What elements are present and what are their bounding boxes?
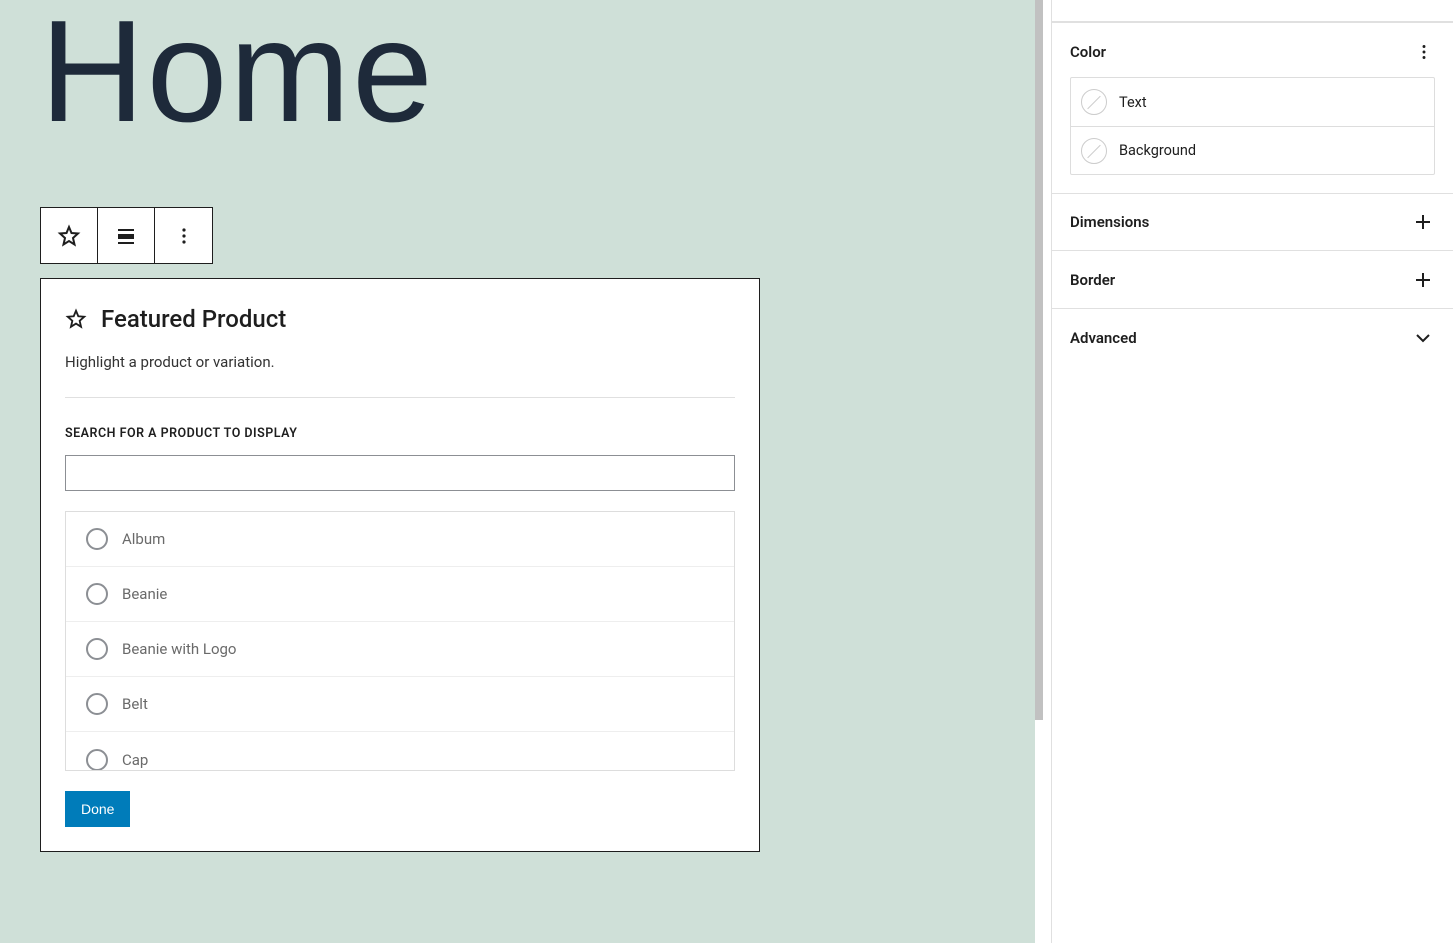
product-name: Cap (122, 751, 148, 769)
background-color-row[interactable]: Background (1071, 126, 1434, 174)
product-item[interactable]: Belt (66, 677, 734, 732)
color-panel-header: Color (1052, 22, 1453, 77)
product-name: Beanie (122, 585, 167, 603)
radio-icon (86, 583, 108, 605)
text-color-row[interactable]: Text (1071, 78, 1434, 126)
radio-icon (86, 638, 108, 660)
product-name: Album (122, 530, 165, 548)
radio-icon (86, 749, 108, 771)
editor-canvas: Home Featured Product Highlight a produc… (0, 0, 1035, 943)
product-item[interactable]: Beanie with Logo (66, 622, 734, 677)
more-options-button[interactable] (155, 208, 212, 263)
block-title: Featured Product (101, 305, 286, 333)
radio-icon (86, 528, 108, 550)
block-description: Highlight a product or variation. (65, 353, 735, 371)
star-icon (57, 224, 81, 248)
divider (65, 397, 735, 398)
page-title: Home (40, 0, 995, 147)
sidebar-top-spacer (1052, 0, 1453, 22)
alignment-button[interactable] (98, 208, 155, 263)
product-name: Belt (122, 695, 148, 713)
product-list: Album Beanie Beanie with Logo Belt Cap (65, 511, 735, 771)
align-full-icon (114, 224, 138, 248)
product-item[interactable]: Album (66, 512, 734, 567)
featured-product-block: Featured Product Highlight a product or … (40, 278, 760, 852)
radio-icon (86, 693, 108, 715)
scrollbar-track[interactable] (1035, 0, 1051, 943)
star-icon (65, 308, 87, 330)
product-item[interactable]: Beanie (66, 567, 734, 622)
product-list-scroll[interactable]: Album Beanie Beanie with Logo Belt Cap (66, 512, 734, 770)
text-color-label: Text (1119, 94, 1147, 111)
plus-icon (1411, 210, 1435, 234)
product-search-input[interactable] (65, 455, 735, 491)
dots-vertical-icon[interactable] (1413, 41, 1435, 63)
block-header: Featured Product (65, 305, 735, 333)
done-button[interactable]: Done (65, 791, 130, 827)
advanced-panel-toggle[interactable]: Advanced (1052, 309, 1453, 367)
dimensions-panel-toggle[interactable]: Dimensions (1052, 193, 1453, 251)
color-panel-title: Color (1070, 43, 1106, 61)
empty-swatch-icon (1081, 138, 1107, 164)
settings-sidebar: Color Text Background Dimensions Border … (1051, 0, 1453, 943)
dimensions-label: Dimensions (1070, 213, 1149, 231)
background-color-label: Background (1119, 142, 1196, 159)
search-label: SEARCH FOR A PRODUCT TO DISPLAY (65, 426, 735, 441)
block-toolbar (40, 207, 213, 264)
border-label: Border (1070, 271, 1115, 289)
empty-swatch-icon (1081, 89, 1107, 115)
plus-icon (1411, 268, 1435, 292)
advanced-label: Advanced (1070, 329, 1137, 347)
product-item[interactable]: Cap (66, 732, 734, 770)
block-type-button[interactable] (41, 208, 98, 263)
border-panel-toggle[interactable]: Border (1052, 251, 1453, 309)
color-panel-body: Text Background (1052, 77, 1453, 193)
product-name: Beanie with Logo (122, 640, 237, 658)
chevron-down-icon (1411, 326, 1435, 350)
dots-vertical-icon (172, 224, 196, 248)
